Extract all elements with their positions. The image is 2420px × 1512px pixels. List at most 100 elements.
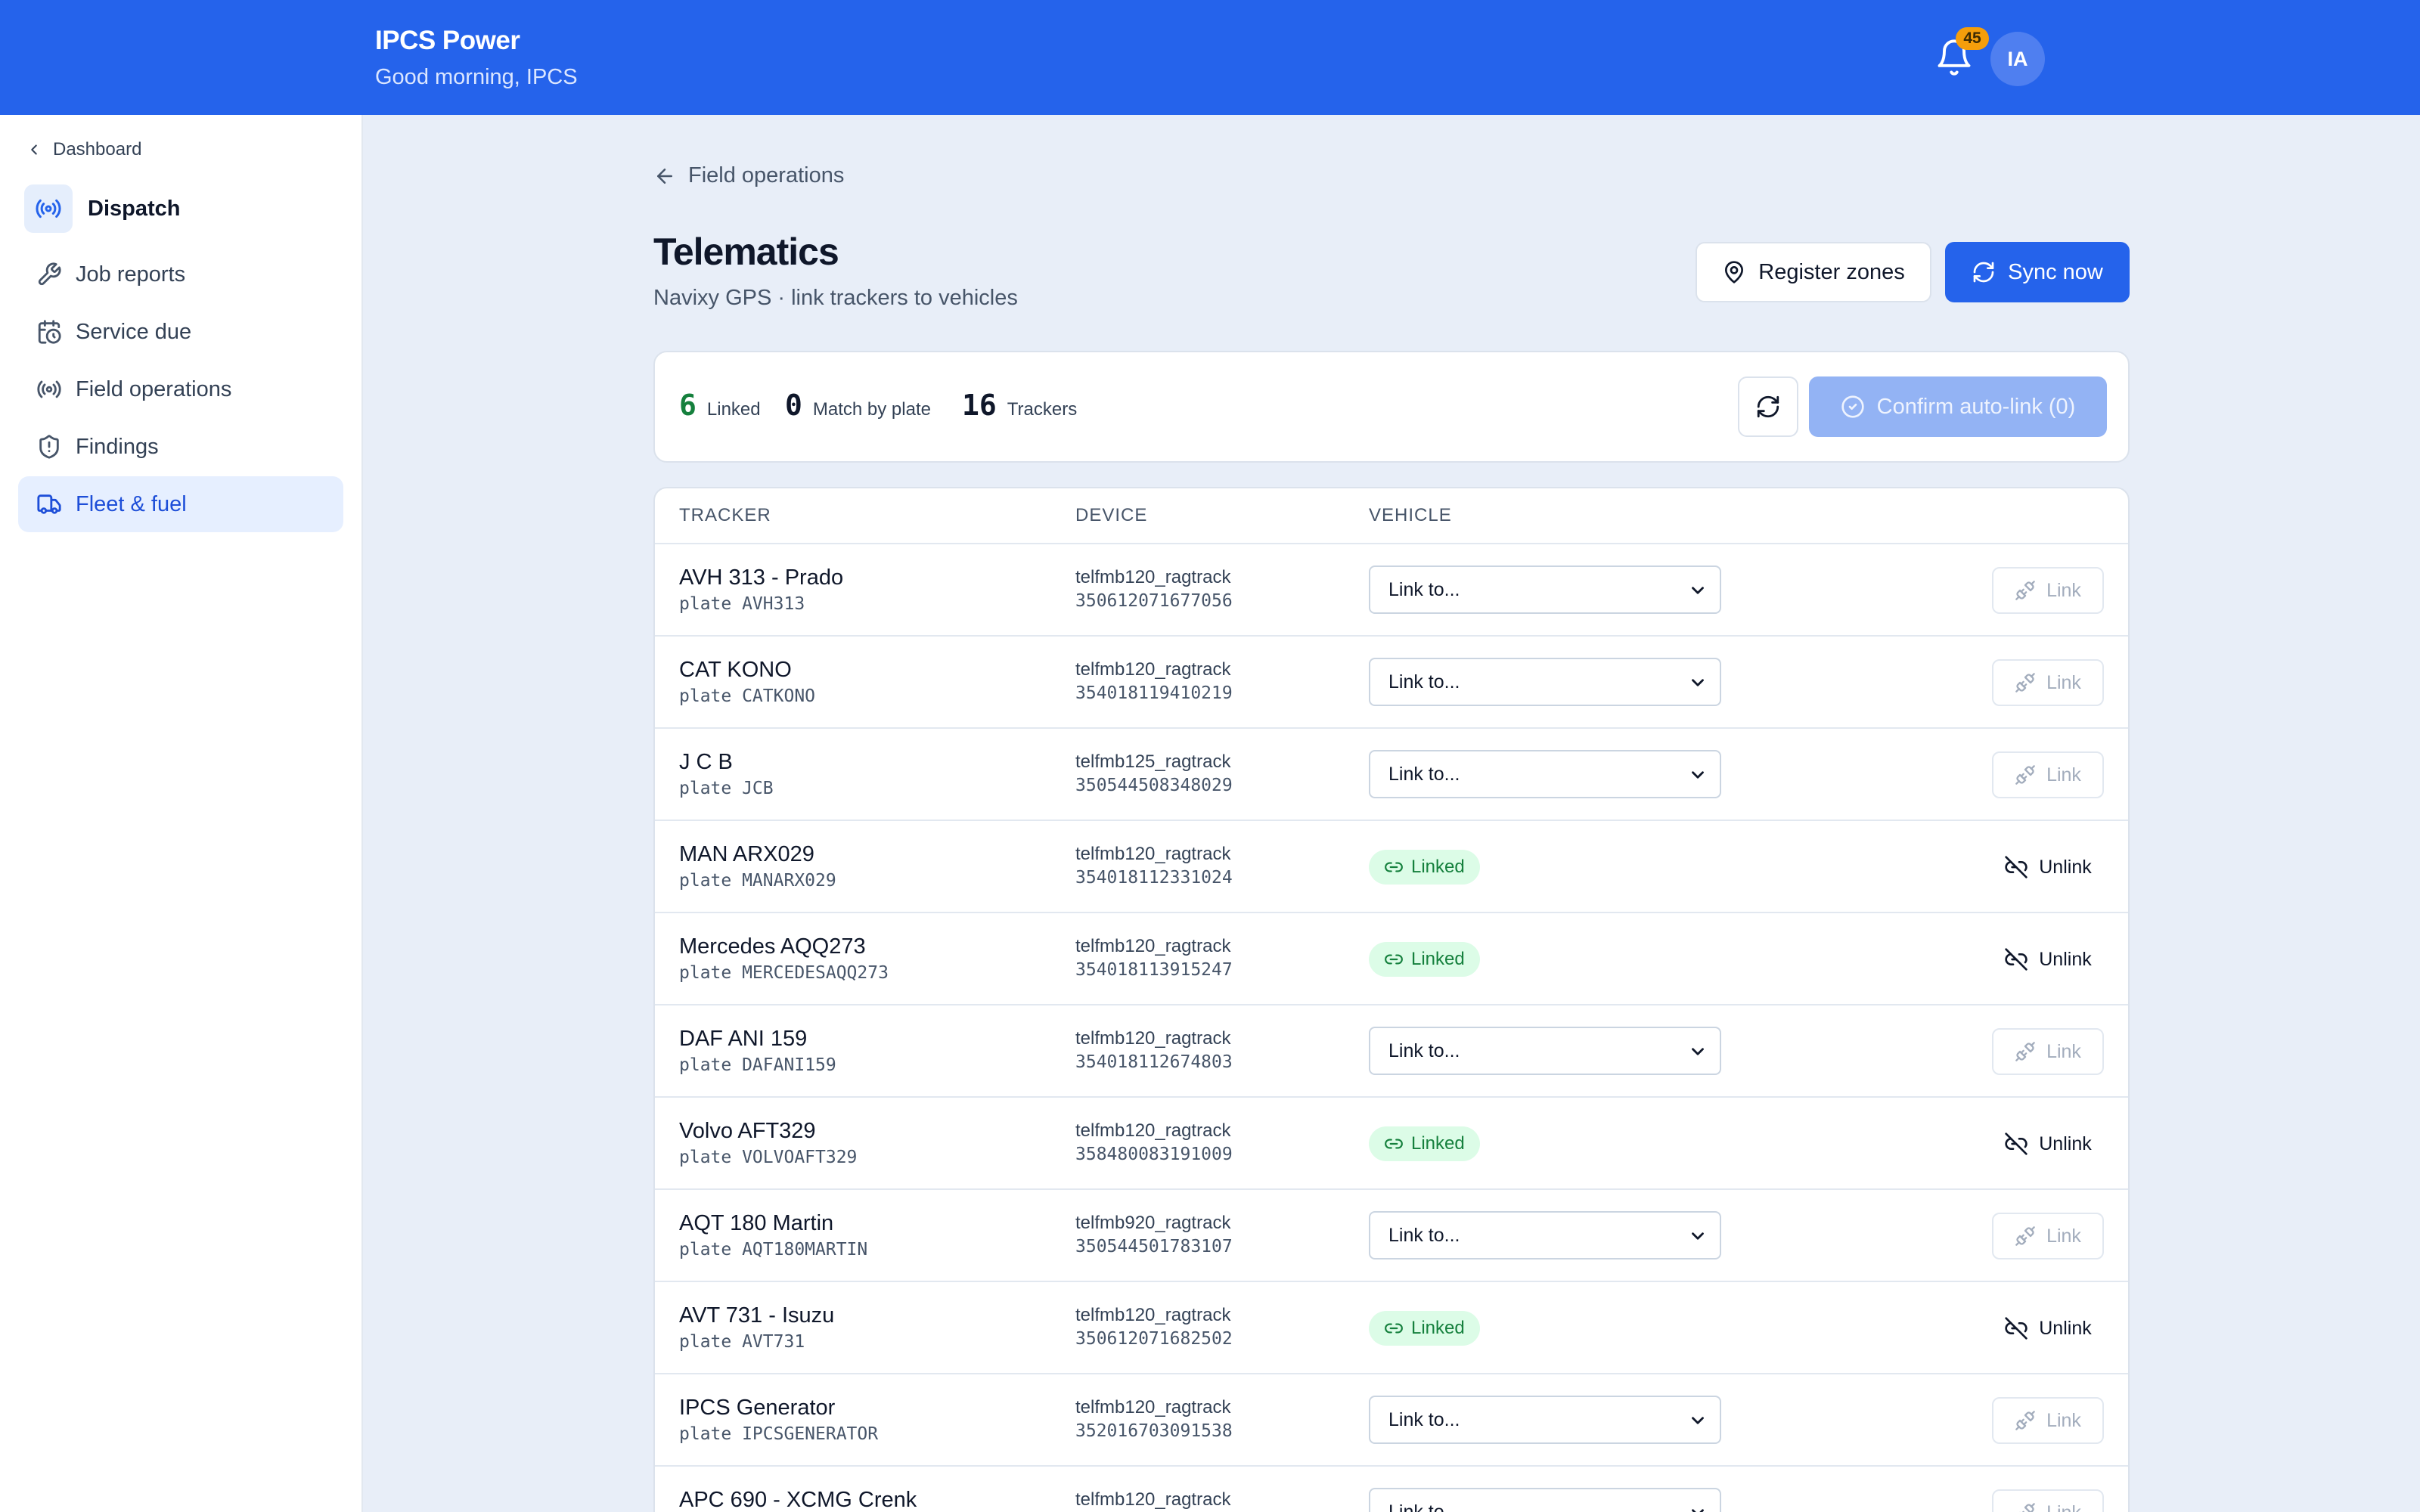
confirm-auto-link-button[interactable]: Confirm auto-link (0) [1809,376,2107,437]
tracker-plate: plate VOLVOAFT329 [679,1148,858,1167]
sidebar-item-label: Job reports [76,262,186,287]
plug-icon [2015,1226,2035,1246]
link-button-label: Link [2046,764,2081,785]
vehicle-select[interactable]: Link to... [1369,1211,1721,1259]
linked-status-badge: Linked [1369,850,1480,885]
plug-icon [2019,1503,2035,1512]
notification-count-badge: 45 [1956,27,1989,50]
tracker-name: CAT KONO [679,658,792,682]
sidebar-item-field-operations[interactable]: Field operations [18,361,343,417]
wrench-icon [38,262,61,286]
table-row: AQT 180 Martin plate AQT180MARTIN telfmb… [655,1190,2128,1282]
vehicle-select[interactable]: Link to... [1369,658,1721,706]
sidebar-item-fleet-fuel[interactable]: Fleet & fuel [18,476,343,532]
tracker-name: Mercedes AQQ273 [679,934,866,959]
sidebar-item-label: Fleet & fuel [76,491,187,516]
tracker-name: AVH 313 - Prado [679,565,844,590]
device-model: telfmb125_ragtrack [1075,751,1231,772]
link-button[interactable]: Link [1992,567,2104,614]
device-model: telfmb120_ragtrack [1075,844,1231,864]
table-row: MAN ARX029 plate MANARX029 telfmb120_rag… [655,821,2128,913]
sidebar-item-findings[interactable]: Findings [18,419,343,475]
vehicle-select[interactable]: Link to... [1369,565,1721,614]
refresh-button[interactable] [1738,376,1798,437]
sidebar-item-service-due[interactable]: Service due [18,304,343,360]
tracker-plate: plate JCB [679,779,774,798]
linked-label: Linked [706,399,761,420]
vehicle-select[interactable]: Link to... [1369,1488,1721,1512]
device-model: telfmb920_ragtrack [1075,1213,1231,1233]
vehicle-select[interactable]: Link to... [1369,1396,1721,1444]
device-model: telfmb120_ragtrack [1075,1305,1231,1325]
linked-status-badge: Linked [1369,1311,1480,1346]
vehicle-select-value: Link to... [1388,763,1460,785]
tracker-plate: plate AVT731 [679,1332,805,1352]
link-button[interactable]: Link [1992,751,2104,798]
map-pin-icon [1725,261,1744,284]
device-imei: 350544508348029 [1075,776,1233,795]
trackers-table: TRACKER DEVICE VEHICLE AVH 313 - Prado p… [653,487,2130,1512]
device-imei: 354018119410219 [1075,683,1233,703]
linked-badge-label: Linked [1411,1318,1465,1338]
tracker-plate: plate MERCEDESAQQ273 [679,963,889,983]
unlink-icon [2005,856,2028,878]
vehicle-select[interactable]: Link to... [1369,1027,1721,1075]
chevron-down-icon [1692,1417,1704,1424]
tracker-name: AVT 731 - Isuzu [679,1303,835,1328]
radio-tower-icon [24,184,73,233]
refresh-icon [1973,262,1994,283]
link-button[interactable]: Link [1992,1213,2104,1259]
tracker-name: AQT 180 Martin [679,1211,834,1235]
column-header-vehicle: VEHICLE [1369,505,1452,525]
device-model: telfmb120_ragtrack [1075,659,1231,680]
unlink-button[interactable]: Unlink [1992,936,2104,983]
back-to-dashboard-label: Dashboard [53,139,142,160]
shield-alert-icon [39,435,59,459]
sidebar-item-label: Findings [76,434,159,459]
sidebar-item-job-reports[interactable]: Job reports [18,246,343,302]
link-button[interactable]: Link [1992,1028,2104,1075]
tracker-name: IPCS Generator [679,1396,836,1420]
table-header: TRACKER DEVICE VEHICLE [655,488,2128,544]
back-to-dashboard-link[interactable]: Dashboard [26,139,141,160]
unlink-button[interactable]: Unlink [1992,1305,2104,1352]
plug-icon [2015,1411,2035,1430]
device-model: telfmb120_ragtrack [1075,1397,1231,1418]
chevron-down-icon [1692,1232,1704,1240]
device-model: telfmb120_ragtrack [1075,1489,1231,1510]
plug-icon [2015,581,2035,600]
plug-icon [2015,673,2035,692]
device-imei: 350612071682502 [1075,1329,1233,1349]
device-model: telfmb120_ragtrack [1075,936,1231,956]
vehicle-select-value: Link to... [1388,578,1460,600]
match-stat: 0 Match by plate [785,389,931,422]
device-model: telfmb120_ragtrack [1075,1120,1231,1141]
linked-count: 6 [679,389,697,422]
chevron-left-icon [31,144,37,155]
truck-icon [37,494,61,514]
sync-now-button[interactable]: Sync now [1945,242,2130,302]
link-button-label: Link [2046,1225,2081,1247]
breadcrumb-back-link[interactable]: Field operations [653,163,844,188]
user-avatar[interactable]: IA [1990,32,2045,86]
match-count: 0 [785,389,802,422]
unlink-icon [2005,948,2028,971]
device-imei: 354018112331024 [1075,868,1233,888]
vehicle-select-value: Link to... [1388,1501,1460,1512]
unlink-button[interactable]: Unlink [1992,844,2104,891]
greeting-text: Good morning, IPCS [375,65,578,89]
table-row: Mercedes AQQ273 plate MERCEDESAQQ273 tel… [655,913,2128,1005]
sidebar-section-title: Dispatch [88,196,181,221]
link-button-label: Link [2046,671,2081,693]
link-button[interactable]: Link [1992,1397,2104,1444]
register-zones-button[interactable]: Register zones [1696,242,1931,302]
chevron-down-icon [1692,1509,1704,1512]
link-button[interactable]: Link [1992,659,2104,706]
link-button[interactable]: Link [1992,1489,2104,1512]
tracker-name: Volvo AFT329 [679,1119,816,1143]
table-row: J C B plate JCB telfmb125_ragtrack 35054… [655,729,2128,821]
vehicle-select[interactable]: Link to... [1369,750,1721,798]
unlink-button[interactable]: Unlink [1992,1120,2104,1167]
tracker-plate: plate IPCSGENERATOR [679,1424,879,1444]
unlink-button-label: Unlink [2039,948,2092,970]
